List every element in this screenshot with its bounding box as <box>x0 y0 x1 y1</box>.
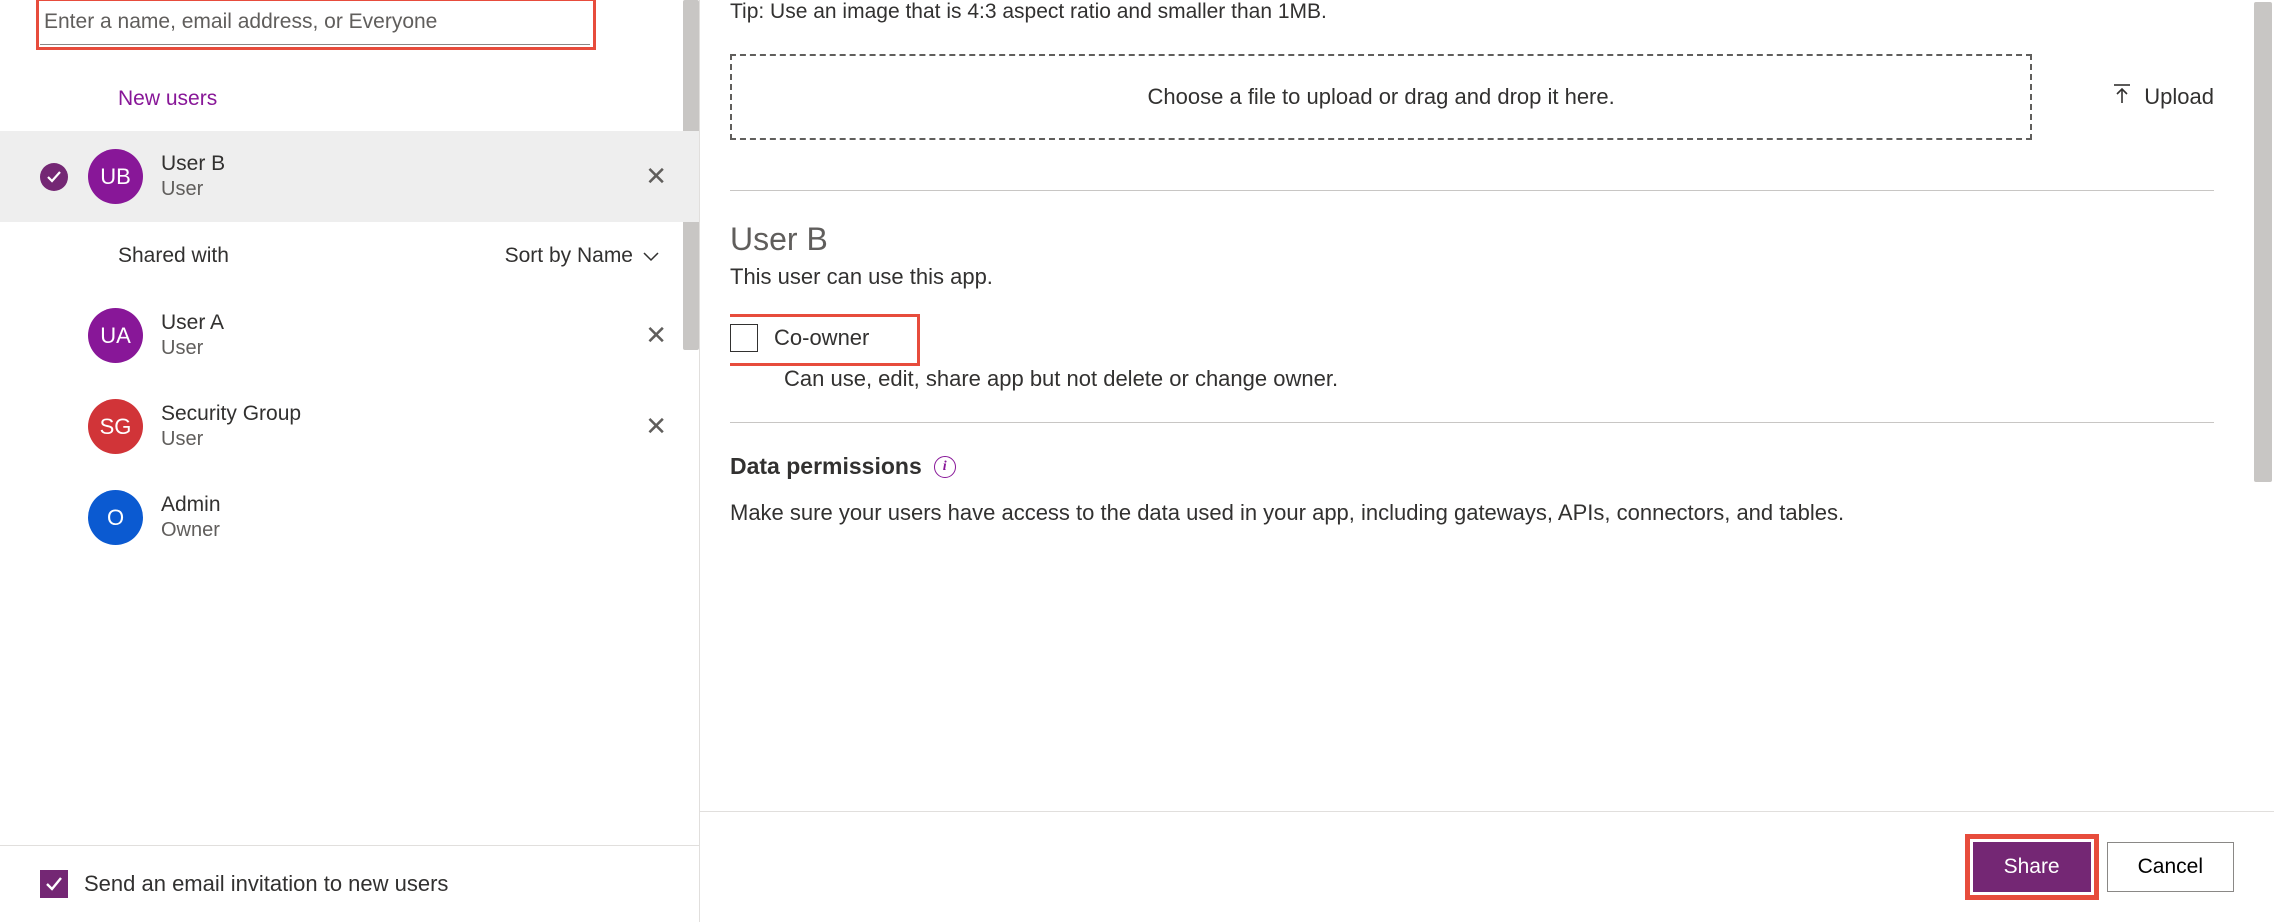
coowner-desc: Can use, edit, share app but not delete … <box>784 366 2214 392</box>
divider <box>730 190 2214 191</box>
user-name: User A <box>161 311 633 335</box>
user-row-selected[interactable]: UB User B User ✕ <box>0 131 699 222</box>
scrollbar[interactable] <box>2254 2 2272 482</box>
upload-row: Choose a file to upload or drag and drop… <box>730 54 2214 140</box>
user-row[interactable]: SG Security Group User ✕ <box>0 381 699 472</box>
user-info: User B User <box>161 152 633 201</box>
user-name: User B <box>161 152 633 176</box>
data-permissions-title: Data permissions i <box>730 453 2214 480</box>
cancel-button[interactable]: Cancel <box>2107 842 2234 892</box>
search-wrap <box>0 0 699 57</box>
right-content: Tip: Use an image that is 4:3 aspect rat… <box>730 0 2234 922</box>
shared-with-label: Shared with <box>118 244 229 268</box>
avatar: UB <box>88 149 143 204</box>
dropzone[interactable]: Choose a file to upload or drag and drop… <box>730 54 2032 140</box>
upload-button[interactable]: Upload <box>2112 83 2214 111</box>
coowner-row: Co-owner <box>730 314 2214 362</box>
new-users-label: New users <box>0 57 699 131</box>
user-info: Admin Owner <box>161 493 679 542</box>
left-panel: New users UB User B User ✕ Shared with S… <box>0 0 700 922</box>
user-info: Security Group User <box>161 402 633 451</box>
user-name: Security Group <box>161 402 633 426</box>
avatar: SG <box>88 399 143 454</box>
dialog-footer: Share Cancel <box>700 811 2274 922</box>
left-footer: Send an email invitation to new users <box>0 845 699 922</box>
coowner-label: Co-owner <box>774 325 869 351</box>
user-role: Owner <box>161 519 679 542</box>
info-icon[interactable]: i <box>934 456 956 478</box>
user-info: User A User <box>161 311 633 360</box>
selected-check-icon <box>40 163 68 191</box>
shared-with-header: Shared with Sort by Name <box>0 222 699 290</box>
sort-by-label: Sort by Name <box>505 244 633 268</box>
avatar: O <box>88 490 143 545</box>
data-permissions-label: Data permissions <box>730 453 922 480</box>
share-dialog: New users UB User B User ✕ Shared with S… <box>0 0 2274 922</box>
divider <box>730 422 2214 423</box>
remove-user-icon[interactable]: ✕ <box>633 320 679 351</box>
search-input[interactable] <box>40 0 590 45</box>
user-role: User <box>161 178 633 201</box>
remove-user-icon[interactable]: ✕ <box>633 411 679 442</box>
selected-user-desc: This user can use this app. <box>730 264 2214 290</box>
right-panel: Tip: Use an image that is 4:3 aspect rat… <box>700 0 2274 922</box>
selected-user-title: User B <box>730 221 2214 258</box>
chevron-down-icon <box>643 244 659 268</box>
data-permissions-desc: Make sure your users have access to the … <box>730 500 2214 526</box>
user-role: User <box>161 428 633 451</box>
tip-text: Tip: Use an image that is 4:3 aspect rat… <box>730 0 2214 24</box>
user-role: User <box>161 337 633 360</box>
send-email-label: Send an email invitation to new users <box>84 871 448 897</box>
upload-label: Upload <box>2144 84 2214 110</box>
remove-user-icon[interactable]: ✕ <box>633 161 679 192</box>
coowner-checkbox[interactable] <box>730 324 758 352</box>
sort-by-dropdown[interactable]: Sort by Name <box>505 244 659 268</box>
upload-icon <box>2112 83 2132 111</box>
user-row[interactable]: O Admin Owner <box>0 472 699 563</box>
user-row[interactable]: UA User A User ✕ <box>0 290 699 381</box>
user-name: Admin <box>161 493 679 517</box>
left-scroll-area: New users UB User B User ✕ Shared with S… <box>0 0 699 845</box>
send-email-checkbox[interactable] <box>40 870 68 898</box>
avatar: UA <box>88 308 143 363</box>
share-button[interactable]: Share <box>1973 842 2091 892</box>
